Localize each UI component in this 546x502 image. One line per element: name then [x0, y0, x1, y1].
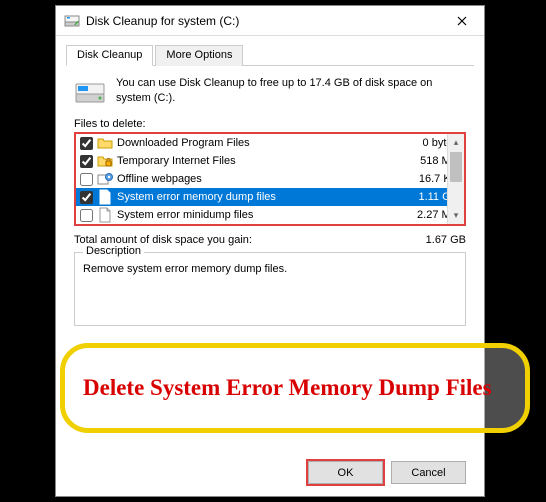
total-value: 1.67 GB [386, 234, 466, 246]
info-row: You can use Disk Cleanup to free up to 1… [74, 76, 466, 108]
file-icon [97, 189, 113, 205]
drive-icon [74, 76, 106, 108]
file-row-name: Temporary Internet Files [117, 155, 402, 167]
scroll-down-button[interactable]: ▾ [448, 207, 464, 224]
cancel-button[interactable]: Cancel [391, 461, 466, 484]
dialog-footer: OK Cancel [308, 461, 466, 484]
tabs: Disk Cleanup More Options [66, 44, 474, 66]
file-row-name: System error minidump files [117, 209, 402, 221]
description-legend: Description [83, 245, 144, 257]
file-row-checkbox[interactable] [80, 209, 93, 222]
folder-icon [97, 135, 113, 151]
file-row[interactable]: System error memory dump files1.11 GB [76, 188, 464, 206]
file-icon [97, 207, 113, 223]
file-row-checkbox[interactable] [80, 137, 93, 150]
info-text: You can use Disk Cleanup to free up to 1… [116, 76, 466, 107]
panel-content: You can use Disk Cleanup to free up to 1… [56, 66, 484, 330]
file-row[interactable]: System error minidump files2.27 MB [76, 206, 464, 224]
annotation-text: Delete System Error Memory Dump Files [83, 372, 492, 403]
tab-disk-cleanup[interactable]: Disk Cleanup [66, 45, 153, 66]
titlebar[interactable]: Disk Cleanup for system (C:) [56, 6, 484, 36]
annotation-callout: Delete System Error Memory Dump Files [60, 343, 530, 433]
close-button[interactable] [439, 7, 484, 35]
file-row-name: System error memory dump files [117, 191, 402, 203]
tab-more-options[interactable]: More Options [155, 45, 243, 66]
file-row[interactable]: Temporary Internet Files518 MB [76, 152, 464, 170]
file-row-name: Offline webpages [117, 173, 402, 185]
files-to-delete-label: Files to delete: [74, 118, 466, 130]
description-text: Remove system error memory dump files. [83, 263, 457, 275]
file-row-name: Downloaded Program Files [117, 137, 402, 149]
file-row[interactable]: Offline webpages16.7 KB [76, 170, 464, 188]
page-icon [97, 171, 113, 187]
close-icon [457, 16, 467, 26]
scroll-thumb[interactable] [450, 152, 462, 182]
file-row-checkbox[interactable] [80, 191, 93, 204]
lock-icon [97, 153, 113, 169]
ok-button[interactable]: OK [308, 461, 383, 484]
window-title: Disk Cleanup for system (C:) [86, 14, 439, 28]
files-listbox[interactable]: Downloaded Program Files0 bytesTemporary… [74, 132, 466, 226]
file-row-checkbox[interactable] [80, 155, 93, 168]
disk-cleanup-icon [64, 13, 80, 29]
file-row-checkbox[interactable] [80, 173, 93, 186]
file-row[interactable]: Downloaded Program Files0 bytes [76, 134, 464, 152]
scrollbar-vertical[interactable]: ▴ ▾ [447, 134, 464, 224]
description-group: Description Remove system error memory d… [74, 252, 466, 326]
scroll-up-button[interactable]: ▴ [448, 134, 464, 151]
